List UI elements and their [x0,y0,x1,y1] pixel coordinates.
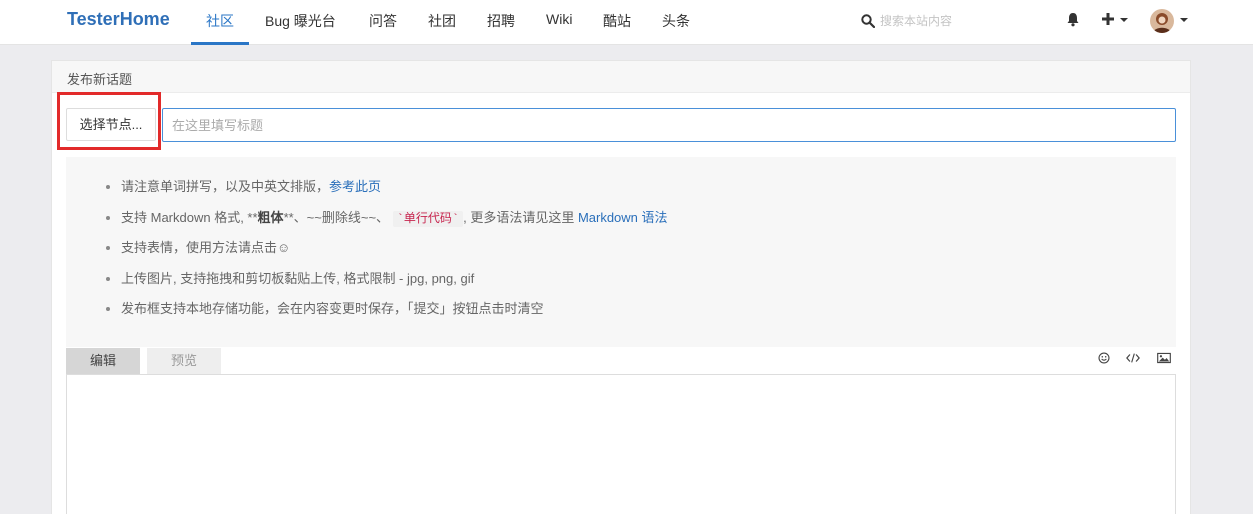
image-icon[interactable] [1157,352,1171,364]
new-menu-chevron-down-icon[interactable] [1120,18,1128,22]
nav-item-community[interactable]: 社区 [206,11,234,31]
user-menu-chevron-down-icon[interactable] [1180,18,1188,22]
nav-item-clubs[interactable]: 社团 [428,11,456,31]
nav-item-qa[interactable]: 问答 [369,11,397,31]
tip-text: , 更多语法请见这里 [463,209,578,225]
tip-item: 支持 Markdown 格式, **粗体**、~~删除线~~、 `单行代码`, … [106,208,668,239]
search-input[interactable] [880,12,1040,30]
user-avatar[interactable] [1150,9,1174,33]
tip-item: 发布框支持本地存储功能，会在内容变更时保存，「提交」按钮点击时清空 [106,299,668,330]
content-editor[interactable] [66,374,1176,514]
panel-heading: 发布新话题 [52,61,1190,93]
nav-item-jobs[interactable]: 招聘 [487,11,515,31]
bell-icon[interactable] [1066,12,1080,27]
tip-text: 上传图片, 支持拖拽和剪切板黏贴上传, 格式限制 - jpg, png, gif [121,270,475,286]
nav-active-indicator [191,42,249,45]
reference-link[interactable]: 参考此页 [329,179,381,194]
tip-text: 支持表情，使用方法请点击☺ [121,240,291,255]
tip-text: **、~~删除线~~、 [283,209,390,225]
top-navbar: TesterHome 社区 Bug 曝光台 问答 社团 招聘 Wiki 酷站 头… [0,0,1253,45]
tab-edit[interactable]: 编辑 [66,348,140,374]
nav-item-bug[interactable]: Bug 曝光台 [265,11,336,31]
emoji-icon[interactable] [1097,352,1111,364]
posting-tips-box: 请注意单词拼写，以及中英文排版，参考此页 支持 Markdown 格式, **粗… [66,157,1176,347]
tip-item: 支持表情，使用方法请点击☺ [106,238,668,269]
topic-title-input[interactable] [162,108,1176,142]
tip-item: 上传图片, 支持拖拽和剪切板黏贴上传, 格式限制 - jpg, png, gif [106,269,668,300]
nav-item-sites[interactable]: 酷站 [603,11,631,31]
tip-text: 发布框支持本地存储功能，会在内容变更时保存，「提交」按钮点击时清空 [121,301,544,316]
search-icon[interactable] [861,14,875,28]
plus-icon[interactable] [1101,12,1115,26]
brand-logo[interactable]: TesterHome [67,9,170,30]
code-icon[interactable] [1126,352,1140,364]
tip-bold-text: 粗体 [257,209,284,225]
inline-code-sample: `单行代码` [392,210,464,227]
tip-text: 请注意单词拼写，以及中英文排版， [121,179,330,194]
tips-list: 请注意单词拼写，以及中英文排版，参考此页 支持 Markdown 格式, **粗… [106,177,668,330]
nav-item-headlines[interactable]: 头条 [662,11,690,31]
tab-preview[interactable]: 预览 [147,348,221,374]
nav-item-wiki[interactable]: Wiki [546,11,572,27]
tip-text: 支持 Markdown 格式, ** [121,209,258,225]
markdown-syntax-link[interactable]: Markdown 语法 [578,210,668,225]
page-title: 发布新话题 [67,72,133,87]
select-node-button[interactable]: 选择节点... [66,108,156,141]
tip-item: 请注意单词拼写，以及中英文排版，参考此页 [106,177,668,208]
